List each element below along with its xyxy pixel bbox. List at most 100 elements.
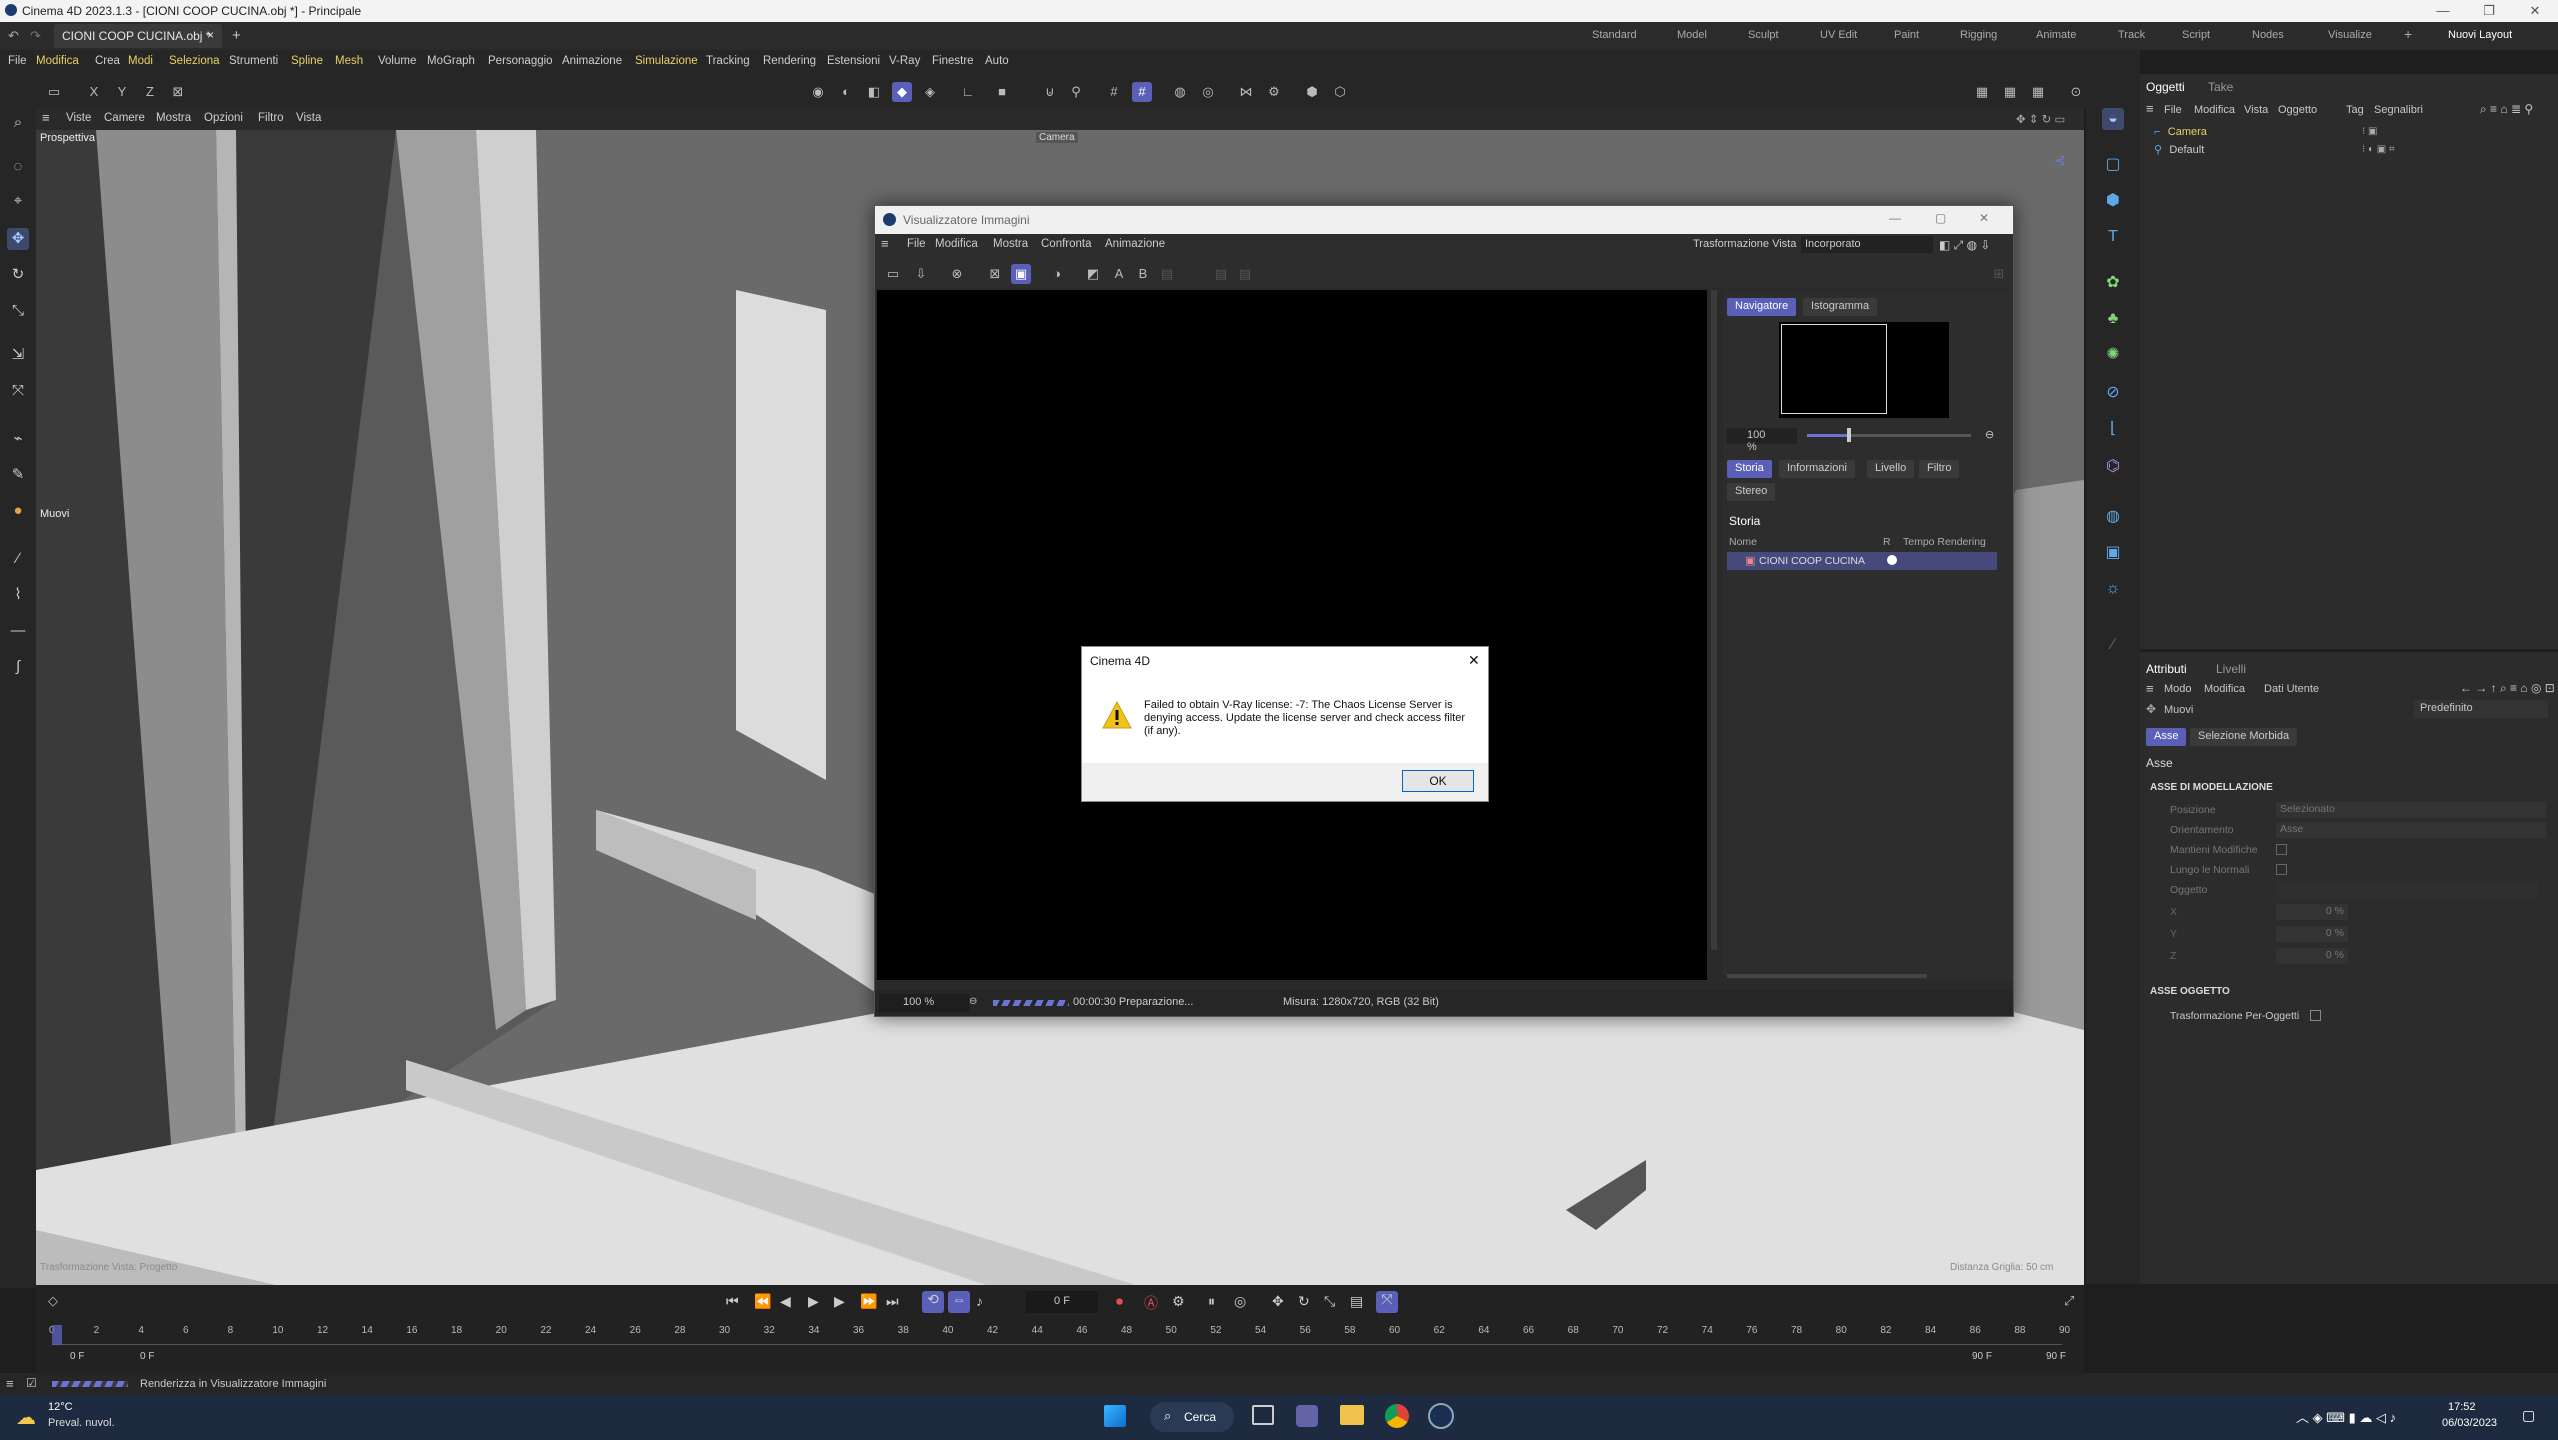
pv-maximize-icon[interactable]: ▢	[1935, 211, 1946, 225]
object-row-default[interactable]: ⚲ Default ⁝ ◐ ▣ ⌗	[2154, 142, 2454, 160]
add-tab-icon[interactable]: +	[232, 27, 241, 44]
character-icon[interactable]: ⌬	[2102, 456, 2124, 478]
light-icon[interactable]: ☼	[2102, 578, 2124, 600]
move-tool-icon[interactable]: ✥	[7, 228, 29, 250]
motion-icon[interactable]: ⏸	[1208, 1293, 1215, 1310]
dialog-close-icon[interactable]: ✕	[1468, 652, 1480, 669]
render-canvas[interactable]	[877, 290, 1707, 980]
square-icon[interactable]: ▢	[2102, 154, 2124, 176]
layout-model[interactable]: Model	[1677, 29, 1707, 41]
pv-menu-animazione[interactable]: Animazione	[1105, 238, 1165, 250]
pv-swap-icon[interactable]: ▤	[1157, 264, 1177, 284]
prev-key-icon[interactable]: ⏪	[754, 1293, 771, 1310]
quantize-icon[interactable]: #	[1132, 82, 1152, 102]
layout-sculpt[interactable]: Sculpt	[1748, 29, 1779, 41]
loop-icon[interactable]: ⟲	[922, 1291, 944, 1313]
pv-copy-icon[interactable]: ▤	[1211, 264, 1231, 284]
minimize-icon[interactable]: —	[2420, 0, 2466, 22]
brush-icon[interactable]: ∕	[7, 548, 29, 570]
pv-menu-mostra[interactable]: Mostra	[993, 238, 1028, 250]
next-frame-icon[interactable]: ▶	[834, 1293, 845, 1310]
undo-icon[interactable]: ↶	[8, 28, 19, 44]
default-tags-icon[interactable]: ⁝ ◐ ▣ ⌗	[2362, 144, 2395, 155]
pen-icon[interactable]: ✎	[7, 464, 29, 486]
tab-informazioni[interactable]: Informazioni	[1779, 460, 1855, 478]
transform-icon[interactable]: ⤧	[7, 380, 29, 402]
viewport-hamburger-icon[interactable]: ≡	[42, 110, 50, 125]
menu-rendering[interactable]: Rendering	[763, 55, 816, 67]
menu-modifica[interactable]: Modifica	[36, 55, 79, 67]
keyframe-icon[interactable]: ◇	[48, 1293, 58, 1309]
status-menu-icon[interactable]: ≡	[6, 1376, 14, 1391]
cinema4d-taskbar-icon[interactable]	[1428, 1403, 1454, 1429]
menu-finestre[interactable]: Finestre	[932, 55, 974, 67]
tray-icons[interactable]: ︿ ◈ ⌨ ▮ ☁ ◁ ♪	[2296, 1407, 2396, 1426]
layout-animate[interactable]: Animate	[2036, 29, 2076, 41]
tab-attributi[interactable]: Attributi	[2146, 662, 2187, 676]
knife-icon[interactable]: ⌁	[7, 428, 29, 450]
search-icon[interactable]: ⌕	[7, 112, 29, 134]
axis-z-button[interactable]: Z	[140, 82, 160, 102]
pv-paste-icon[interactable]: ▤	[1235, 264, 1255, 284]
range-icon[interactable]: ⇔	[948, 1291, 970, 1313]
pv-close-icon[interactable]: ✕	[1979, 211, 1989, 225]
oggetto-link-field[interactable]	[2276, 882, 2538, 898]
menu-tracking[interactable]: Tracking	[706, 55, 750, 67]
pv-hamburger-icon[interactable]: ≡	[881, 236, 889, 251]
obj-menu-file[interactable]: File	[2164, 104, 2182, 116]
layout-paint[interactable]: Paint	[1894, 29, 1919, 41]
chrome-icon[interactable]	[1385, 1404, 1409, 1428]
teams-icon[interactable]	[1296, 1405, 1318, 1427]
environment-icon[interactable]: ◍	[2102, 506, 2124, 528]
pla-key-icon[interactable]: ⤧	[1376, 1291, 1398, 1313]
select-tool-icon[interactable]: ⌖	[7, 190, 29, 212]
object-tool-icon[interactable]: ◒	[2102, 108, 2124, 130]
camera-visibility-icon[interactable]: ⁝ ▣	[2362, 126, 2377, 137]
preset-dropdown[interactable]: Predefinito	[2414, 700, 2548, 718]
tab-navigatore[interactable]: Navigatore	[1727, 298, 1797, 316]
grid-icon[interactable]: #	[1104, 82, 1124, 102]
fcurve-icon[interactable]: ◎	[1234, 1293, 1246, 1310]
render-region-icon[interactable]: ▦	[1972, 82, 1992, 102]
tab-storia[interactable]: Storia	[1727, 460, 1772, 478]
snap-settings-icon[interactable]: ⚲	[1066, 82, 1086, 102]
camera-object-icon[interactable]: ▣	[2102, 542, 2124, 564]
navigator-zoom-field[interactable]: 100 %	[1727, 428, 1797, 453]
pv-view-icons[interactable]: ◧ ⤢ ◍ ⇩	[1939, 238, 1990, 253]
render-settings-icon[interactable]: ⬡	[1330, 82, 1350, 102]
pv-contrast-icon[interactable]: ◑	[1047, 264, 1067, 284]
layout-visualize[interactable]: Visualize	[2328, 29, 2372, 41]
obj-menu-segnalibri[interactable]: Segnalibri	[2374, 104, 2423, 116]
record-icon[interactable]: ⏺	[1116, 1293, 1123, 1310]
menu-spline[interactable]: Spline	[291, 55, 323, 67]
maximize-icon[interactable]: ❐	[2466, 0, 2512, 22]
end-frame-field[interactable]: 90 F	[2046, 1351, 2066, 1362]
task-view-icon[interactable]	[1252, 1405, 1274, 1425]
y-value-field[interactable]: 0 %	[2276, 926, 2348, 942]
menu-animazione[interactable]: Animazione	[562, 55, 622, 67]
start-frame-field[interactable]: 0 F	[70, 1351, 84, 1362]
axis-x-button[interactable]: X	[84, 82, 104, 102]
vp-menu-mostra[interactable]: Mostra	[156, 112, 191, 124]
pv-open-icon[interactable]: ▭	[883, 264, 903, 284]
render-view-icon[interactable]: ⬢	[1302, 82, 1322, 102]
layout-rigging[interactable]: Rigging	[1960, 29, 1997, 41]
coordinate-system-icon[interactable]: ⊠	[168, 82, 188, 102]
pv-menu-confronta[interactable]: Confronta	[1041, 238, 1092, 250]
measure-icon[interactable]: ―	[7, 620, 29, 642]
zoom-menu-icon[interactable]: ⊖	[1985, 428, 1994, 441]
prev-frame-icon[interactable]: ◀	[780, 1293, 791, 1310]
menu-crea[interactable]: Crea	[95, 55, 120, 67]
pv-minimize-icon[interactable]: —	[1889, 211, 1901, 225]
windows-start-icon[interactable]	[1104, 1405, 1126, 1427]
ok-button[interactable]: OK	[1402, 770, 1474, 792]
menu-mesh[interactable]: Mesh	[335, 55, 363, 67]
symmetry-icon[interactable]: ⋈	[1236, 82, 1256, 102]
scale-key-icon[interactable]: ⤡	[1324, 1293, 1335, 1310]
z-value-field[interactable]: 0 %	[2276, 948, 2348, 964]
menu-vray[interactable]: V-Ray	[889, 55, 920, 67]
pv-menu-modifica[interactable]: Modifica	[935, 238, 978, 250]
tab-filtro[interactable]: Filtro	[1919, 460, 1960, 478]
model-mode-icon[interactable]: ◆	[892, 82, 912, 102]
pv-menu-file[interactable]: File	[907, 238, 926, 250]
